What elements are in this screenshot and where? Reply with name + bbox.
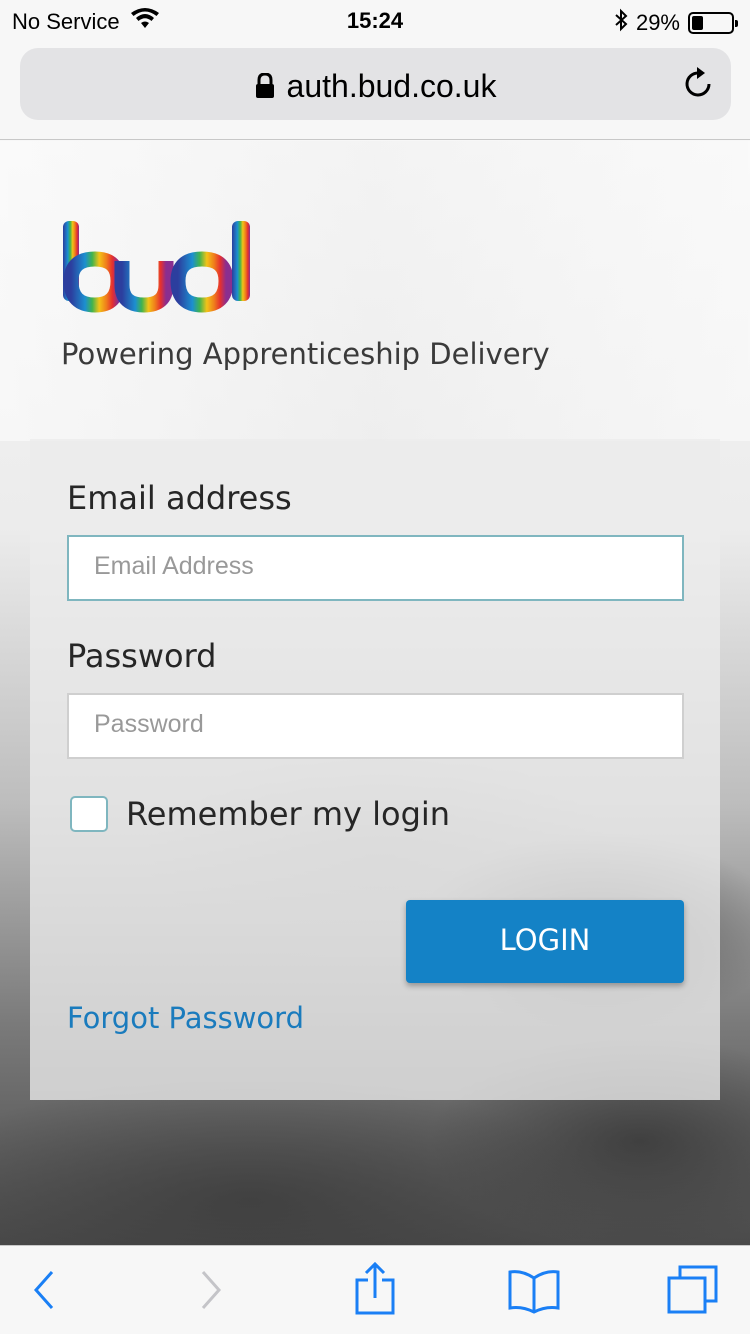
status-bar: No Service 15:24 29% (0, 0, 750, 40)
browser-address-area: auth.bud.co.uk (0, 40, 750, 140)
battery-level (692, 16, 703, 30)
back-icon[interactable] (30, 1268, 56, 1317)
reload-icon[interactable] (683, 66, 715, 105)
remember-login-row[interactable]: Remember my login (70, 795, 450, 833)
email-label: Email address (67, 479, 292, 517)
url-display[interactable]: auth.bud.co.uk (20, 68, 731, 107)
address-bar[interactable]: auth.bud.co.uk (20, 48, 731, 120)
login-button[interactable]: LOGIN (406, 900, 684, 983)
bud-logo (60, 219, 260, 320)
password-label: Password (67, 637, 217, 675)
bluetooth-icon (614, 8, 628, 38)
browser-toolbar (0, 1245, 750, 1334)
tagline: Powering Apprenticeship Delivery (61, 337, 550, 371)
status-right: 29% (614, 8, 738, 38)
bookmarks-icon[interactable] (507, 1268, 561, 1319)
web-page: Powering Apprenticeship Delivery Email a… (0, 141, 750, 1245)
login-card: Email address Email Address Password Pas… (30, 439, 720, 1100)
remember-login-checkbox[interactable] (70, 796, 108, 832)
forward-icon[interactable] (199, 1268, 225, 1317)
battery-icon (688, 12, 738, 34)
tabs-icon[interactable] (666, 1264, 720, 1321)
battery-percent: 29% (635, 10, 680, 35)
share-icon[interactable] (354, 1261, 396, 1321)
email-field[interactable]: Email Address (67, 535, 684, 601)
password-field[interactable]: Password (67, 693, 684, 759)
forgot-password-link[interactable]: Forgot Password (67, 1001, 304, 1035)
url-text: auth.bud.co.uk (286, 68, 497, 104)
lock-icon (255, 70, 275, 107)
remember-login-label[interactable]: Remember my login (126, 795, 450, 833)
